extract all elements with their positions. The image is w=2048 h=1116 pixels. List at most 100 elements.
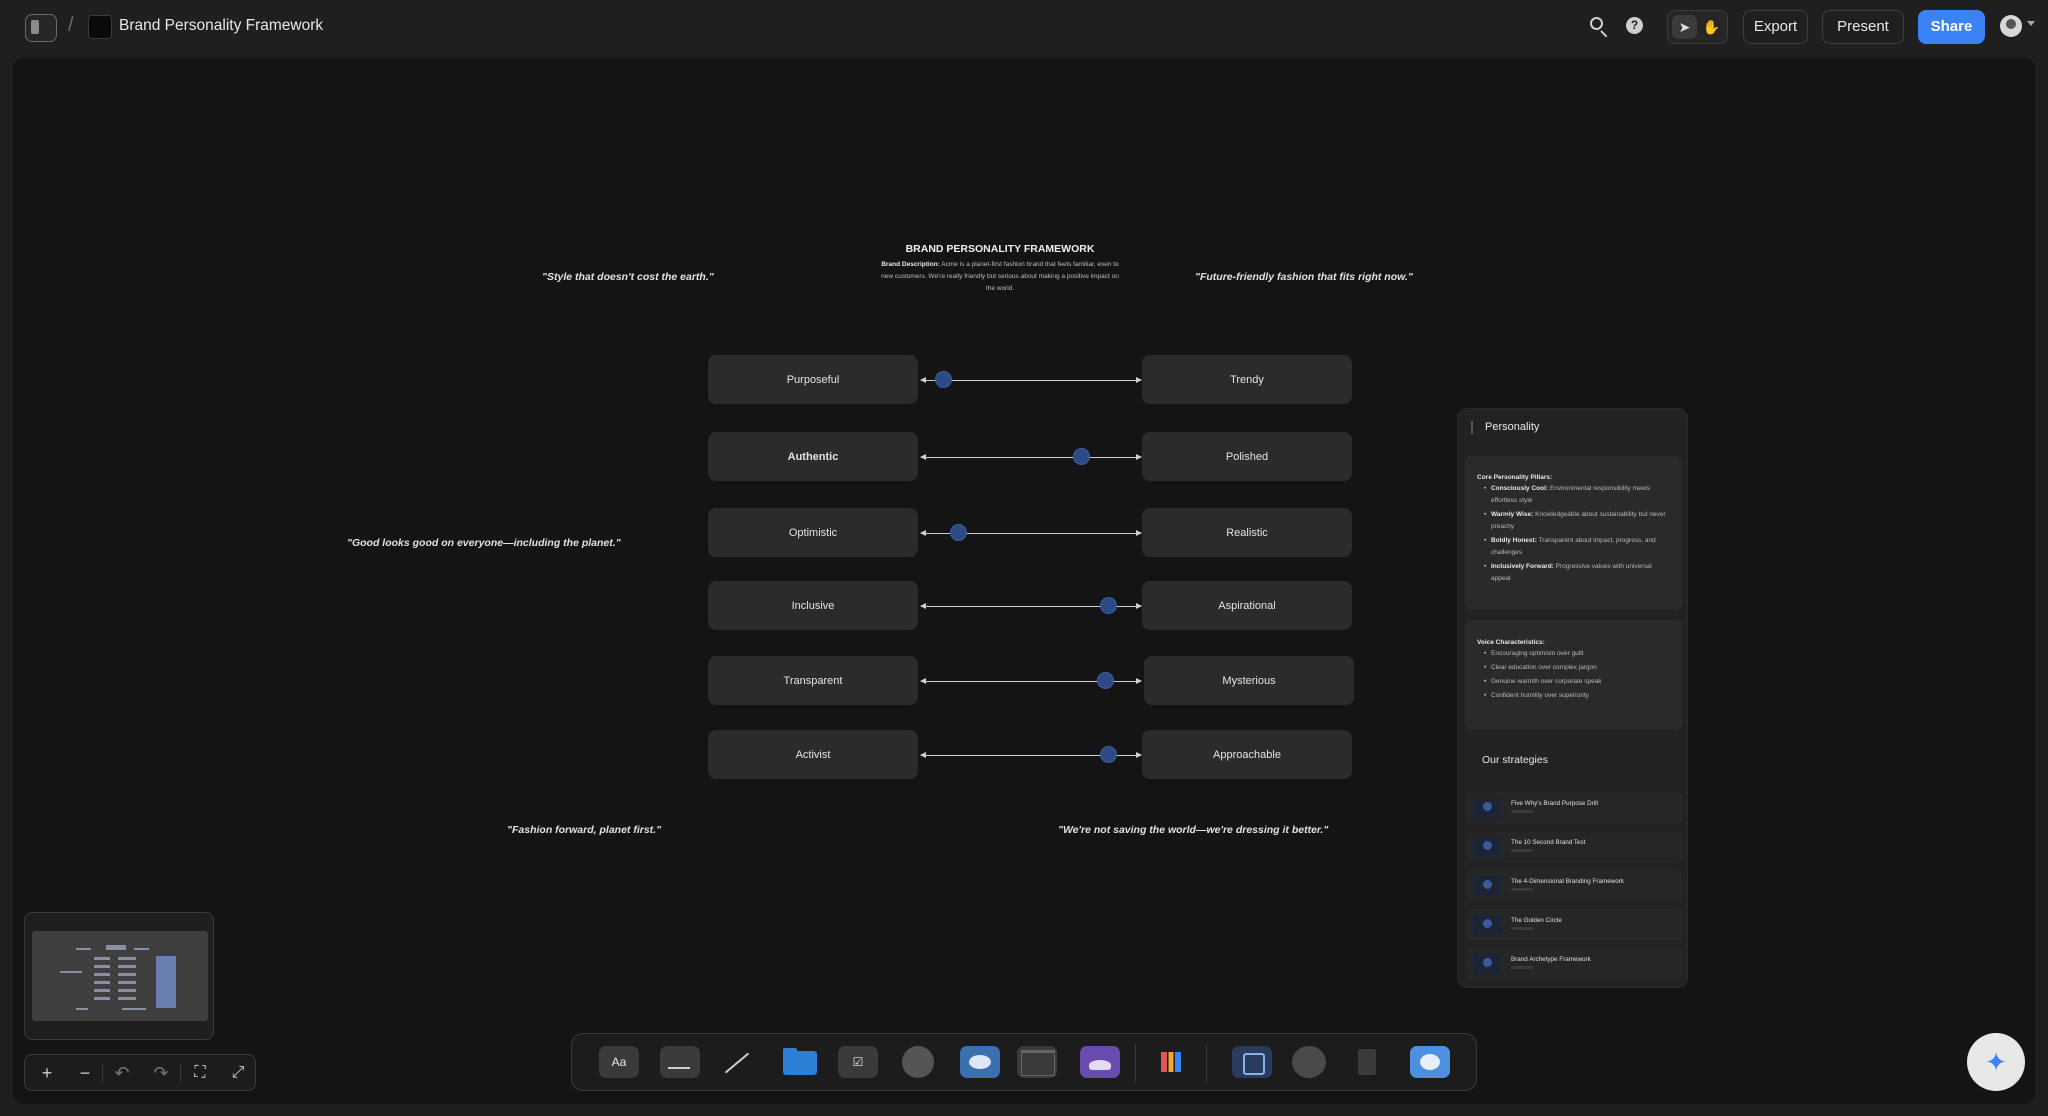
minimap-block xyxy=(156,956,176,1008)
quote-4: "Fashion forward, planet first." xyxy=(507,824,662,836)
minimap-block xyxy=(94,973,110,976)
present-button[interactable]: Present xyxy=(1822,10,1904,44)
apps-grid-icon[interactable] xyxy=(1151,1046,1191,1078)
trait-left-activist[interactable]: Activist xyxy=(708,730,918,779)
minimap-block xyxy=(118,997,136,1000)
divider xyxy=(180,1064,181,1082)
divider xyxy=(102,1064,103,1082)
strategy-name: Five Why's Brand Purpose Drill xyxy=(1511,800,1598,807)
strategy-item[interactable]: Brand Archetype Framework xyxy=(1467,948,1683,980)
strategy-item[interactable]: Five Why's Brand Purpose Drill xyxy=(1467,792,1683,824)
comment-icon[interactable] xyxy=(960,1046,1000,1078)
pillar-item: Warmly Wise: Knowledgeable about sustain… xyxy=(1477,509,1670,533)
ai-assistant-button[interactable]: ✦ xyxy=(1967,1033,2025,1091)
help-icon[interactable]: ? xyxy=(1626,17,1643,34)
voice-item: Encouraging optimism over guilt xyxy=(1477,648,1670,660)
trait-left-authentic[interactable]: Authentic xyxy=(708,432,918,481)
folder-icon[interactable] xyxy=(780,1046,820,1078)
board-canvas[interactable]: BRAND PERSONALITY FRAMEWORK Brand Descri… xyxy=(13,58,2035,1104)
upload-icon[interactable] xyxy=(1410,1046,1450,1078)
strategy-meta xyxy=(1511,966,1533,969)
minimap-viewport[interactable] xyxy=(32,931,208,1021)
trait-left-optimistic[interactable]: Optimistic xyxy=(708,508,918,557)
trait-left-inclusive[interactable]: Inclusive xyxy=(708,581,918,630)
select-tool-icon[interactable]: ➤ xyxy=(1672,15,1697,39)
avatar[interactable] xyxy=(2000,15,2022,37)
share-button[interactable]: Share xyxy=(1918,10,1985,44)
minimap-block xyxy=(94,981,110,984)
slider-knob[interactable] xyxy=(949,524,967,541)
voice-item: Clear education over complex jargon xyxy=(1477,662,1670,674)
search-icon[interactable] xyxy=(1588,15,1612,39)
fit-to-screen-icon[interactable]: ⛶ xyxy=(188,1061,212,1085)
link-icon[interactable] xyxy=(902,1046,934,1078)
minimap-block xyxy=(94,957,110,960)
undo-icon[interactable]: ↶ xyxy=(110,1061,134,1085)
pillars-card[interactable]: Core Personality Pillars: Consciously Co… xyxy=(1465,456,1682,610)
strategy-name: Brand Archetype Framework xyxy=(1511,956,1591,963)
strategy-item[interactable]: The 10 Second Brand Test xyxy=(1467,831,1683,863)
minimap-block xyxy=(118,965,136,968)
image-icon[interactable] xyxy=(1080,1046,1120,1078)
minimap-block xyxy=(118,957,136,960)
board-title[interactable]: Brand Personality Framework xyxy=(119,17,323,35)
trait-right-aspirational[interactable]: Aspirational xyxy=(1142,581,1352,630)
note-tool-icon[interactable] xyxy=(660,1046,700,1078)
tool-mode-toggle: ➤ ✋ xyxy=(1667,10,1728,44)
board-icon[interactable] xyxy=(1232,1046,1272,1078)
zoom-out-button[interactable]: − xyxy=(73,1061,97,1085)
pillar-item: Consciously Cool: Environmental responsi… xyxy=(1477,483,1670,507)
slider-knob[interactable] xyxy=(1097,672,1115,689)
export-button[interactable]: Export xyxy=(1743,10,1808,44)
slider-knob[interactable] xyxy=(934,371,952,388)
voice-heading: Voice Characteristics: xyxy=(1477,639,1545,646)
document-icon[interactable] xyxy=(1347,1046,1387,1078)
minimap-block xyxy=(94,989,110,992)
hand-tool-icon[interactable]: ✋ xyxy=(1699,15,1724,39)
redo-icon[interactable]: ↷ xyxy=(149,1061,173,1085)
voice-card[interactable]: Voice Characteristics: Encouraging optim… xyxy=(1465,620,1682,730)
slider-knob[interactable] xyxy=(1099,597,1117,614)
line-tool-icon[interactable] xyxy=(717,1046,757,1078)
strategies-title: Our strategies xyxy=(1482,754,1548,766)
trait-left-transparent[interactable]: Transparent xyxy=(708,656,918,705)
chevron-down-icon[interactable] xyxy=(2027,21,2035,26)
personality-panel[interactable]: Personality Core Personality Pillars: Co… xyxy=(1457,408,1688,988)
voice-item: Confident humility over superiority xyxy=(1477,690,1670,702)
sidebar-toggle-icon[interactable] xyxy=(25,14,57,42)
zoom-in-button[interactable]: + xyxy=(35,1061,59,1085)
quote-1: "Style that doesn't cost the earth." xyxy=(542,271,714,283)
trait-right-mysterious[interactable]: Mysterious xyxy=(1144,656,1354,705)
slider-track[interactable] xyxy=(920,376,1142,383)
description-label: Brand Description: xyxy=(881,261,940,268)
strategy-thumbnail-icon xyxy=(1473,837,1501,857)
table-icon[interactable] xyxy=(1017,1046,1057,1078)
trait-right-trendy[interactable]: Trendy xyxy=(1142,355,1352,404)
minimap-block xyxy=(76,1008,88,1010)
divider xyxy=(1135,1044,1136,1082)
minimap-block xyxy=(118,981,136,984)
trait-right-realistic[interactable]: Realistic xyxy=(1142,508,1352,557)
board-thumbnail-icon xyxy=(88,15,112,39)
trait-left-purposeful[interactable]: Purposeful xyxy=(708,355,918,404)
insert-toolbar: Aa ☑ xyxy=(571,1033,1477,1091)
strategy-item[interactable]: The Golden Circle xyxy=(1467,909,1683,941)
strategy-item[interactable]: The 4-Dimensional Branding Framework xyxy=(1467,870,1683,902)
fullscreen-icon[interactable]: ⤢ xyxy=(226,1061,250,1085)
minimap-block xyxy=(76,948,91,950)
trait-right-approachable[interactable]: Approachable xyxy=(1142,730,1352,779)
trait-right-polished[interactable]: Polished xyxy=(1142,432,1352,481)
draw-icon[interactable] xyxy=(1292,1046,1326,1078)
todo-list-icon[interactable]: ☑ xyxy=(838,1046,878,1078)
minimap-block xyxy=(94,965,110,968)
pillar-item: Boldly Honest: Transparent about impact,… xyxy=(1477,535,1670,559)
slider-knob[interactable] xyxy=(1073,448,1091,465)
minimap-block xyxy=(118,973,136,976)
minimap-block xyxy=(122,1008,146,1010)
slider-track[interactable] xyxy=(920,453,1142,460)
minimap[interactable] xyxy=(24,912,214,1040)
text-tool-button[interactable]: Aa xyxy=(599,1046,639,1078)
breadcrumb-separator: / xyxy=(68,14,74,36)
slider-knob[interactable] xyxy=(1099,746,1117,763)
strategy-name: The 10 Second Brand Test xyxy=(1511,839,1586,846)
